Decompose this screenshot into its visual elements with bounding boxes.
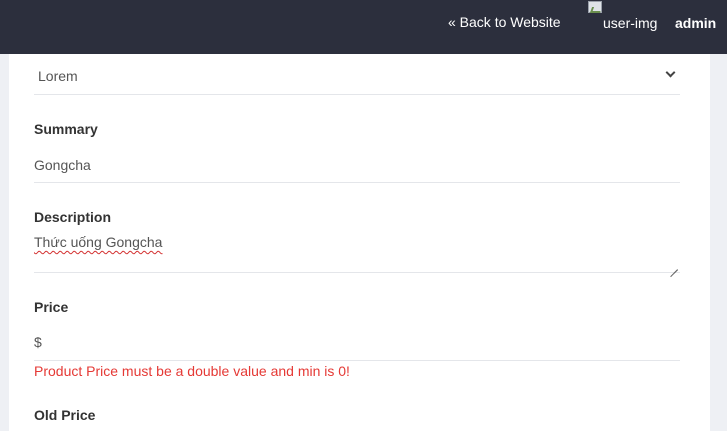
description-label: Description (34, 209, 112, 225)
description-textarea-value: Thức uống Gongcha (34, 234, 163, 250)
category-select[interactable]: Lorem (34, 54, 680, 95)
price-error-message: Product Price must be a double value and… (34, 363, 350, 379)
summary-input[interactable]: Gongcha (34, 146, 680, 183)
price-input-value: $ (34, 334, 42, 350)
resize-handle-icon[interactable] (670, 262, 678, 270)
price-input[interactable]: $ (34, 322, 680, 361)
product-form-card: Lorem Summary Gongcha Description Thức u… (9, 54, 710, 431)
summary-input-value: Gongcha (34, 157, 91, 173)
description-textarea[interactable]: Thức uống Gongcha (34, 230, 680, 273)
username[interactable]: admin (675, 15, 716, 31)
top-navbar: « Back to Website user-img admin (0, 0, 727, 54)
user-avatar[interactable]: user-img (588, 1, 662, 37)
price-label: Price (34, 299, 69, 315)
chevron-down-icon (665, 67, 676, 78)
back-to-website-link[interactable]: « Back to Website (448, 14, 561, 30)
summary-label: Summary (34, 121, 98, 137)
user-avatar-alt-text: user-img (603, 15, 658, 31)
category-select-value: Lorem (38, 68, 78, 84)
broken-image-icon (588, 1, 602, 13)
old-price-label: Old Price (34, 407, 96, 423)
